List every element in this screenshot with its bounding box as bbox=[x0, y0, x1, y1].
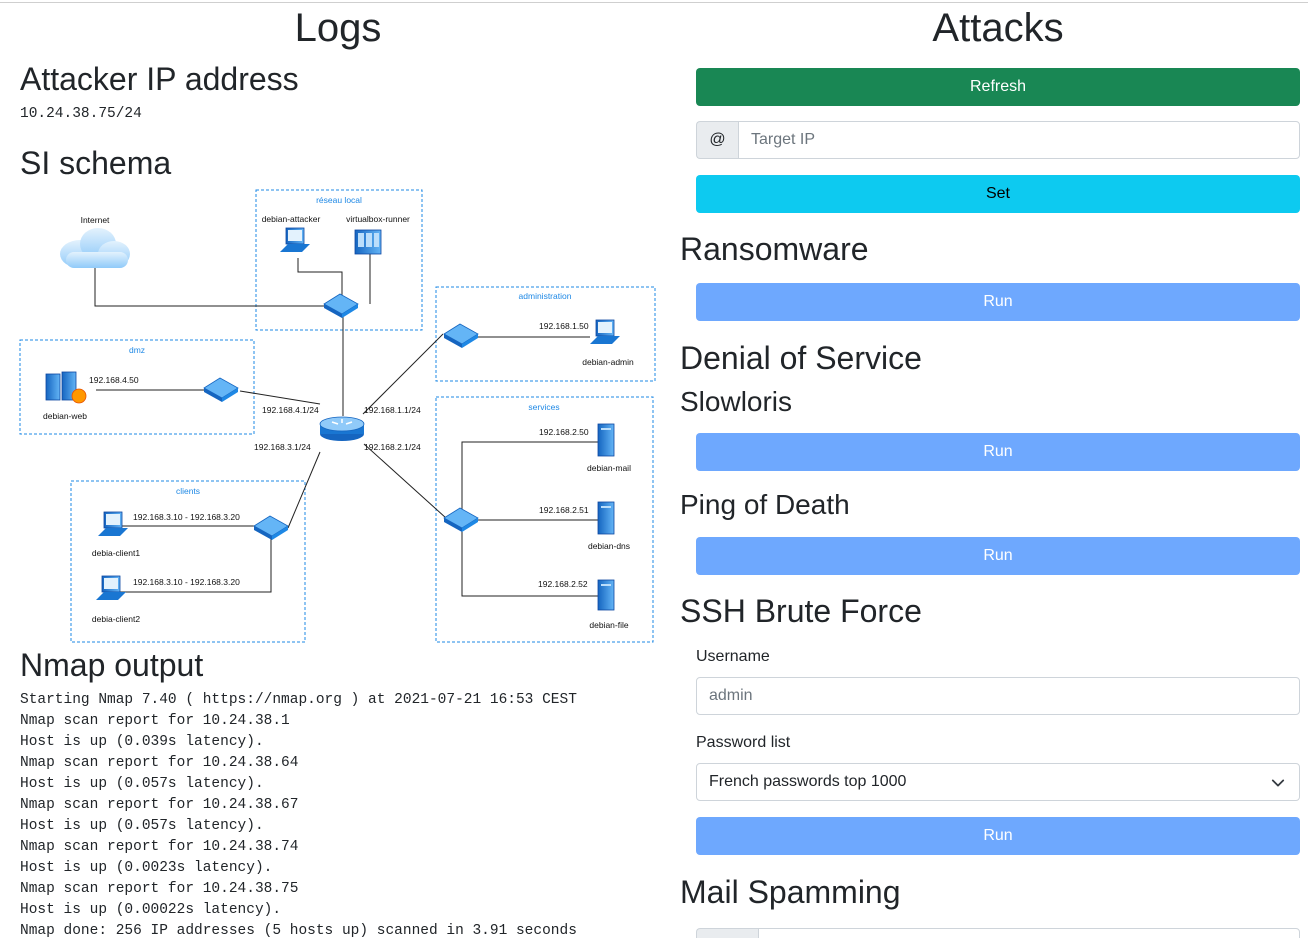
ping-run-button[interactable]: Run bbox=[696, 537, 1300, 575]
ip-mail: 192.168.2.50 bbox=[539, 427, 589, 437]
switch-icon bbox=[253, 515, 289, 540]
router-icon bbox=[319, 416, 365, 441]
set-button[interactable]: Set bbox=[696, 175, 1300, 213]
username-label: Username bbox=[696, 648, 770, 665]
logs-column: Logs Attacker IP address 10.24.38.75/24 … bbox=[0, 0, 676, 938]
switch-icon bbox=[323, 293, 359, 318]
nmap-heading: Nmap output bbox=[20, 647, 204, 683]
nmap-line: Nmap scan report for 10.24.38.75 bbox=[20, 881, 299, 897]
laptop-icon bbox=[98, 511, 128, 536]
password-list-label: Password list bbox=[696, 734, 791, 751]
router-ip-services: 192.168.2.1/24 bbox=[364, 442, 421, 452]
attacker-heading: Attacker IP address bbox=[20, 61, 299, 97]
ip-client2: 192.168.3.10 - 192.168.3.20 bbox=[133, 577, 240, 587]
zone-admin-label: administration bbox=[519, 291, 572, 301]
node-mail: debian-mail bbox=[587, 463, 631, 473]
ip-file: 192.168.2.52 bbox=[538, 579, 588, 589]
slowloris-run-button[interactable]: Run bbox=[696, 433, 1300, 471]
nmap-line: Nmap scan report for 10.24.38.1 bbox=[20, 713, 290, 729]
mail-heading: Mail Spamming bbox=[680, 874, 901, 910]
ransomware-heading: Ransomware bbox=[680, 231, 869, 267]
zone-services-label: services bbox=[528, 402, 559, 412]
node-attacker: debian-attacker bbox=[262, 214, 321, 224]
ssh-heading: SSH Brute Force bbox=[680, 593, 922, 629]
refresh-button[interactable]: Refresh bbox=[696, 68, 1300, 106]
server-icon bbox=[597, 423, 615, 457]
router-ip-dmz: 192.168.4.1/24 bbox=[262, 405, 319, 415]
node-admin: debian-admin bbox=[582, 357, 634, 367]
nmap-line: Host is up (0.057s latency). bbox=[20, 776, 264, 792]
nmap-line: Host is up (0.0023s latency). bbox=[20, 860, 273, 876]
username-input[interactable]: admin bbox=[696, 677, 1300, 715]
switch-icon bbox=[443, 323, 479, 348]
target-ip-group: @ Target IP bbox=[696, 121, 1300, 159]
ransomware-run-button[interactable]: Run bbox=[696, 283, 1300, 321]
nmap-line: Starting Nmap 7.40 ( https://nmap.org ) … bbox=[20, 692, 577, 708]
nmap-line: Host is up (0.039s latency). bbox=[20, 734, 264, 750]
nmap-line: Nmap scan report for 10.24.38.64 bbox=[20, 755, 299, 771]
node-client1: debia-client1 bbox=[92, 548, 140, 558]
switch-icon bbox=[203, 377, 239, 402]
schema-heading: SI schema bbox=[20, 145, 172, 181]
nmap-line: Nmap scan report for 10.24.38.67 bbox=[20, 797, 299, 813]
zone-clients-label: clients bbox=[176, 486, 200, 496]
password-list-value: French passwords top 1000 bbox=[709, 773, 907, 790]
slowloris-heading: Slowloris bbox=[680, 386, 793, 417]
chevron-down-icon bbox=[1271, 779, 1285, 787]
server-icon bbox=[354, 229, 382, 255]
nmap-output: Starting Nmap 7.40 ( https://nmap.org ) … bbox=[20, 690, 670, 938]
ip-client1: 192.168.3.10 - 192.168.3.20 bbox=[133, 512, 240, 522]
zone-dmz-label: dmz bbox=[129, 345, 145, 355]
node-dns: debian-dns bbox=[588, 541, 630, 551]
ip-admin: 192.168.1.50 bbox=[539, 321, 589, 331]
ssh-run-button[interactable]: Run bbox=[696, 817, 1300, 855]
at-addon: @ bbox=[696, 121, 738, 159]
attacks-column: Attacks Refresh @ Target IP Set Ransomwa… bbox=[676, 0, 1308, 938]
router-ip-clients: 192.168.3.1/24 bbox=[254, 442, 311, 452]
ping-heading: Ping of Death bbox=[680, 489, 850, 520]
router-ip-admin: 192.168.1.1/24 bbox=[364, 405, 421, 415]
target-ip-input[interactable]: Target IP bbox=[738, 121, 1300, 159]
zone-local-label: réseau local bbox=[316, 195, 362, 205]
server-icon bbox=[597, 501, 615, 535]
server-icon bbox=[597, 579, 615, 611]
nmap-line: Nmap done: 256 IP addresses (5 hosts up)… bbox=[20, 923, 577, 938]
laptop-icon bbox=[96, 575, 126, 600]
laptop-icon bbox=[280, 227, 310, 252]
ip-web: 192.168.4.50 bbox=[89, 375, 139, 385]
ip-dns: 192.168.2.51 bbox=[539, 505, 589, 515]
dos-heading: Denial of Service bbox=[680, 340, 922, 376]
cloud-icon bbox=[60, 228, 130, 268]
mail-addon bbox=[696, 928, 758, 938]
logs-title: Logs bbox=[294, 6, 382, 50]
node-client2: debia-client2 bbox=[92, 614, 140, 624]
mail-input-group bbox=[696, 928, 1300, 938]
node-runner: virtualbox-runner bbox=[346, 214, 410, 224]
password-list-select[interactable]: French passwords top 1000 bbox=[696, 763, 1300, 801]
nmap-line: Host is up (0.00022s latency). bbox=[20, 902, 282, 918]
node-file: debian-file bbox=[589, 620, 628, 630]
nmap-line: Nmap scan report for 10.24.38.74 bbox=[20, 839, 299, 855]
si-schema-diagram: réseau local administration dmz services… bbox=[18, 186, 658, 646]
nmap-line: Host is up (0.057s latency). bbox=[20, 818, 264, 834]
node-web: debian-web bbox=[43, 411, 87, 421]
attacks-title: Attacks bbox=[932, 6, 1064, 50]
node-internet: Internet bbox=[81, 215, 110, 225]
mail-input[interactable] bbox=[758, 928, 1300, 938]
laptop-icon bbox=[590, 319, 620, 344]
server-icon bbox=[45, 371, 87, 404]
attacker-ip: 10.24.38.75/24 bbox=[20, 106, 142, 122]
switch-icon bbox=[443, 507, 479, 532]
